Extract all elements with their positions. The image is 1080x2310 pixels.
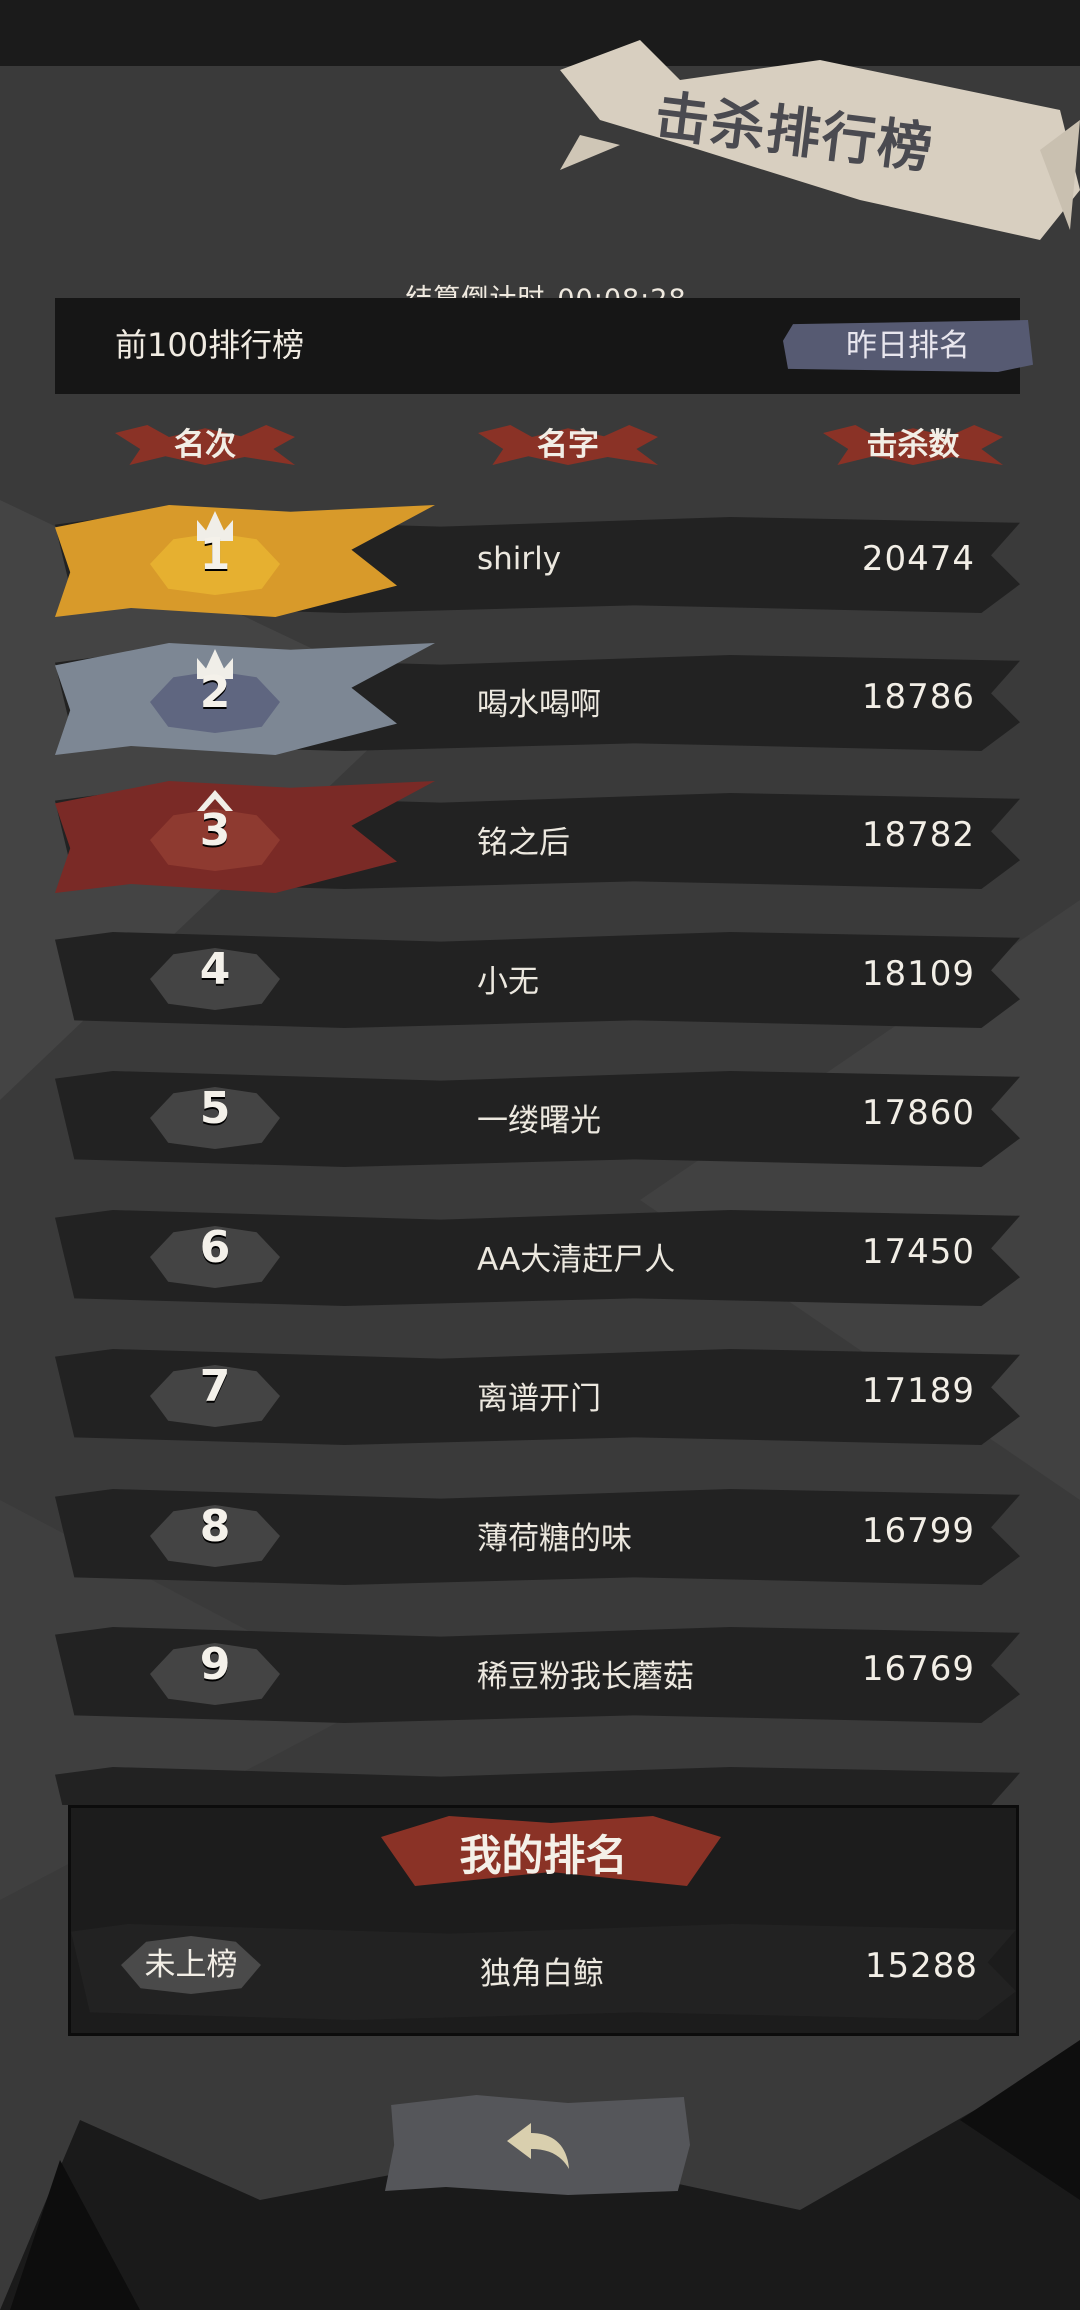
leaderboard-row[interactable]: 5 一缕曙光 17860 (55, 1059, 1020, 1171)
leaderboard-tab-bar: 前100排行榜 昨日排名 (55, 298, 1033, 394)
my-ranking-panel: 我的排名 未上榜 独角白鲸 15288 (68, 1805, 1019, 2036)
player-name: 薄荷糖的味 (477, 1521, 632, 1557)
rank-number: 7 (199, 1361, 231, 1412)
rank-number: 8 (199, 1501, 231, 1552)
kill-count: 20474 (861, 539, 975, 579)
leaderboard-row[interactable]: 4 小无 18109 (55, 920, 1020, 1032)
header-name: 名字 (478, 415, 658, 475)
kill-count: 17189 (861, 1371, 975, 1411)
back-arrow-icon (507, 2123, 569, 2169)
my-ranking-title: 我的排名 (459, 1831, 628, 1880)
my-kill-count: 15288 (864, 1946, 978, 1986)
kill-count: 18109 (861, 954, 975, 994)
leaderboard-row[interactable]: 7 离谱开门 17189 (55, 1337, 1020, 1449)
my-ranking-header: 我的排名 (71, 1808, 1016, 1888)
yesterday-ranking-button[interactable]: 昨日排名 (783, 320, 1033, 372)
player-name: 小无 (477, 964, 539, 1000)
top100-tab[interactable]: 前100排行榜 (115, 320, 304, 366)
kill-count: 16769 (861, 1649, 975, 1689)
my-player-name: 独角白鲸 (480, 1956, 604, 1992)
rank-number: 1 (199, 529, 231, 580)
kill-count: 16799 (861, 1511, 975, 1551)
player-name: shirly (477, 541, 562, 577)
leaderboard-row[interactable]: 8 薄荷糖的味 16799 (55, 1477, 1020, 1589)
row-background (55, 1767, 1020, 1805)
header-rank: 名次 (115, 415, 295, 475)
leaderboard-row-partial[interactable] (55, 1755, 1020, 1805)
leaderboard-row[interactable]: 1 shirly 20474 (55, 505, 1020, 617)
leaderboard-row[interactable]: 6 AA大清赶尸人 17450 (55, 1198, 1020, 1310)
rank-number: 3 (199, 805, 231, 856)
rank-number: 4 (199, 944, 231, 995)
leaderboard-row[interactable]: 9 稀豆粉我长蘑菇 16769 (55, 1615, 1020, 1727)
player-name: 铭之后 (477, 825, 570, 861)
player-name: 一缕曙光 (477, 1103, 601, 1139)
rank-number: 9 (199, 1639, 231, 1690)
rank-number: 2 (199, 667, 231, 718)
rank-number: 6 (199, 1222, 231, 1273)
kill-count: 18782 (861, 815, 975, 855)
rank-number: 5 (199, 1083, 231, 1134)
player-name: 离谱开门 (477, 1381, 601, 1417)
back-button[interactable] (385, 2095, 690, 2195)
player-name: 稀豆粉我长蘑菇 (477, 1659, 694, 1695)
player-name: AA大清赶尸人 (477, 1242, 676, 1278)
leaderboard-row[interactable]: 3 铭之后 18782 (55, 781, 1020, 893)
my-ranking-row: 未上榜 独角白鲸 15288 (71, 1912, 1016, 2024)
kill-count: 18786 (861, 677, 975, 717)
leaderboard-row[interactable]: 2 喝水喝啊 18786 (55, 643, 1020, 755)
player-name: 喝水喝啊 (477, 687, 601, 723)
kill-count: 17450 (861, 1232, 975, 1272)
header-kills: 击杀数 (823, 415, 1003, 475)
kill-count: 17860 (861, 1093, 975, 1133)
